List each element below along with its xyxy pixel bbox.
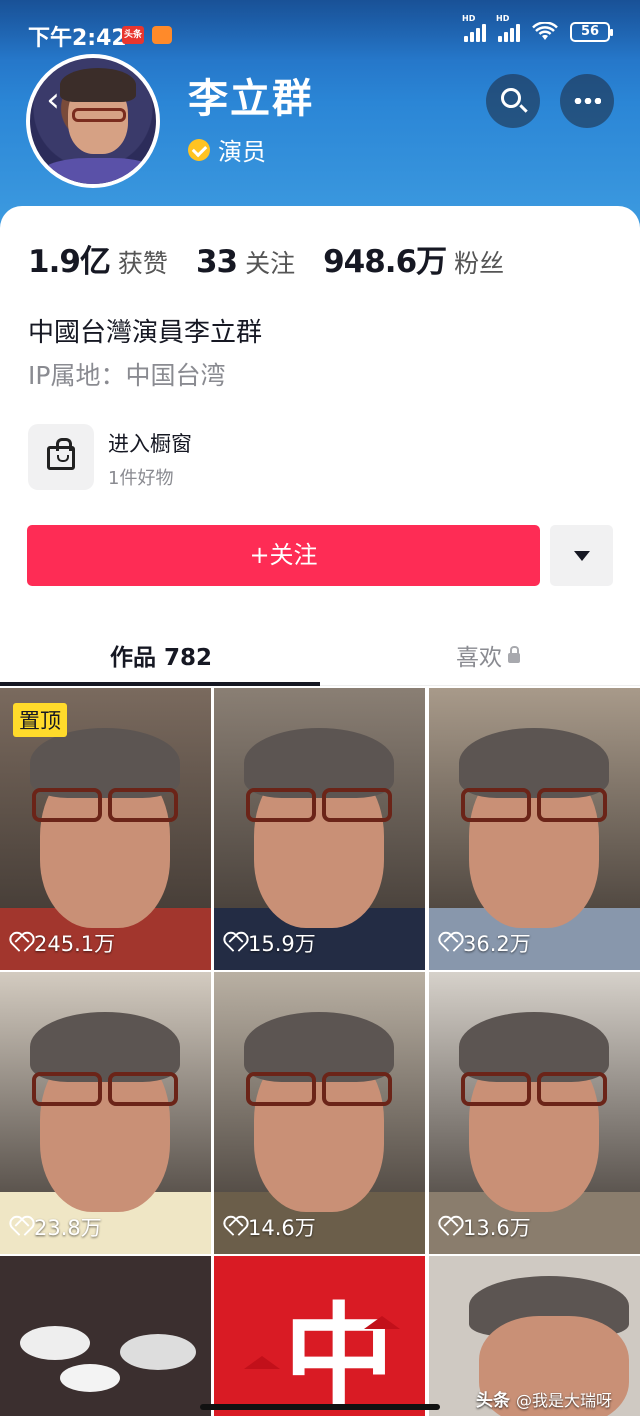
search-icon	[501, 88, 521, 108]
verified-check-icon	[188, 138, 210, 161]
home-indicator[interactable]	[200, 1404, 440, 1410]
like-count: 13.6万	[439, 1212, 531, 1242]
stat-likes[interactable]: 1.9亿 获赞	[28, 236, 168, 281]
profile-tabs: 作品 782 喜欢	[0, 622, 640, 686]
like-count: 245.1万	[10, 928, 115, 958]
like-count: 15.9万	[224, 928, 316, 958]
video-tile[interactable]: 23.8万	[0, 972, 211, 1254]
verification-badge: 演员	[188, 132, 266, 167]
shop-title: 进入橱窗	[108, 432, 192, 456]
like-count: 23.8万	[10, 1212, 102, 1242]
profile-stats: 1.9亿 获赞 33 关注 948.6万 粉丝	[28, 236, 532, 281]
stat-followers[interactable]: 948.6万 粉丝	[323, 236, 504, 281]
follow-button[interactable]: +关注	[27, 525, 540, 586]
chevron-left-icon: ‹	[46, 80, 60, 120]
heart-icon	[224, 1218, 244, 1236]
ip-location: IP属地：中国台湾	[28, 361, 226, 390]
status-time: 下午2:42	[28, 26, 127, 51]
heart-icon	[10, 1218, 30, 1236]
star-icon	[244, 1356, 280, 1369]
stat-label: 粉丝	[454, 249, 505, 278]
stat-value: 948.6万	[323, 244, 447, 280]
signal-icon: HD	[462, 14, 486, 42]
stat-following[interactable]: 33 关注	[196, 244, 295, 280]
profile-bio: 中國台灣演員李立群	[28, 318, 263, 348]
video-tile[interactable]	[0, 1256, 211, 1416]
profile-name: 李立群	[188, 76, 314, 122]
tab-likes-label: 喜欢	[456, 645, 502, 671]
video-tile[interactable]: 中	[214, 1256, 425, 1416]
wifi-icon	[532, 22, 558, 40]
stat-value: 1.9亿	[28, 244, 111, 280]
tab-likes[interactable]: 喜欢	[456, 638, 520, 672]
video-tile[interactable]: 36.2万	[429, 688, 640, 970]
watermark-brand: 头条	[475, 1391, 510, 1411]
heart-icon	[224, 934, 244, 952]
app-notification-icon	[152, 26, 172, 44]
shopping-bag-icon	[47, 438, 75, 470]
heart-icon	[10, 934, 30, 952]
like-count: 36.2万	[439, 928, 531, 958]
video-tile[interactable]: 13.6万	[429, 972, 640, 1254]
like-count: 14.6万	[224, 1212, 316, 1242]
signal-icon-2: HD	[496, 14, 520, 42]
avatar[interactable]	[26, 54, 160, 188]
stat-value: 33	[195, 244, 238, 280]
star-icon	[364, 1316, 400, 1329]
watermark: 头条 @我是大瑞呀	[475, 1386, 612, 1412]
heart-icon	[439, 934, 459, 952]
video-tile[interactable]: 14.6万	[214, 972, 425, 1254]
back-button[interactable]: ‹	[36, 80, 70, 120]
lock-icon	[508, 646, 520, 663]
tab-indicator	[0, 682, 320, 686]
more-dots-icon	[573, 98, 601, 104]
search-button[interactable]	[486, 74, 540, 128]
video-tile[interactable]: 置顶 245.1万	[0, 688, 211, 970]
toutiao-notification-icon: 头条	[122, 26, 144, 44]
heart-icon	[439, 1218, 459, 1236]
verification-label: 演员	[218, 138, 266, 166]
shop-icon-box	[28, 424, 94, 490]
more-options-dropdown[interactable]	[550, 525, 613, 586]
thumbnail-character: 中	[284, 1291, 394, 1416]
pinned-badge: 置顶	[13, 703, 67, 737]
video-tile[interactable]: 15.9万	[214, 688, 425, 970]
more-button[interactable]	[560, 74, 614, 128]
shop-subtitle: 1件好物	[108, 468, 174, 489]
tab-works[interactable]: 作品 782	[110, 638, 212, 672]
stat-label: 获赞	[117, 249, 168, 278]
battery-icon: 56	[570, 22, 613, 42]
stat-label: 关注	[245, 249, 296, 278]
watermark-handle: @我是大瑞呀	[515, 1390, 612, 1410]
shop-window-entry[interactable]: 进入橱窗 1件好物	[28, 424, 328, 492]
